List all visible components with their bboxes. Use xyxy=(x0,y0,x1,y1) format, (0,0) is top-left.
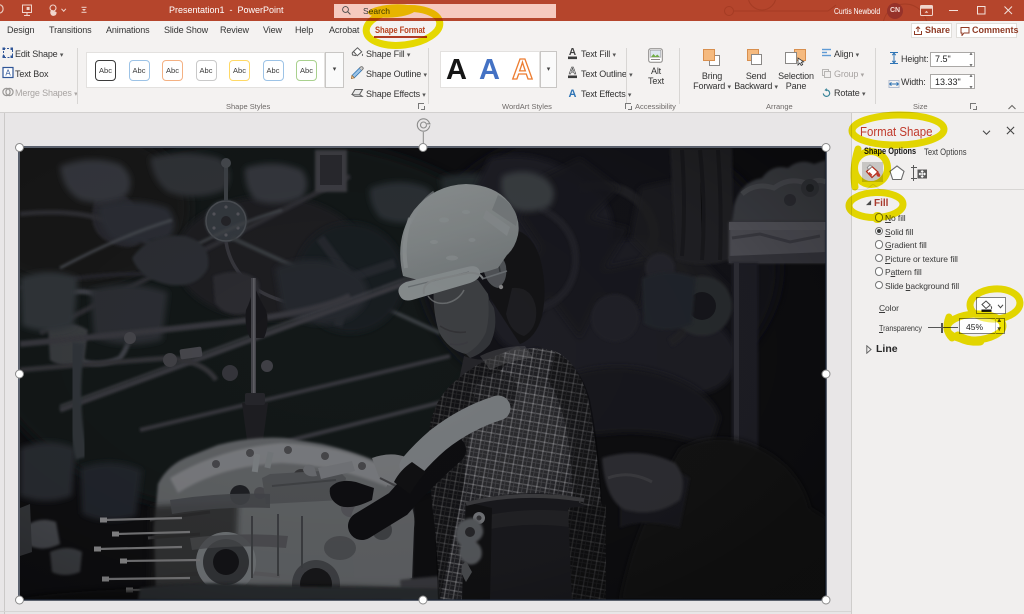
svg-text:A: A xyxy=(569,66,576,77)
svg-text:A: A xyxy=(569,47,576,58)
svg-text:A: A xyxy=(5,69,11,78)
svg-text:A: A xyxy=(569,88,577,100)
